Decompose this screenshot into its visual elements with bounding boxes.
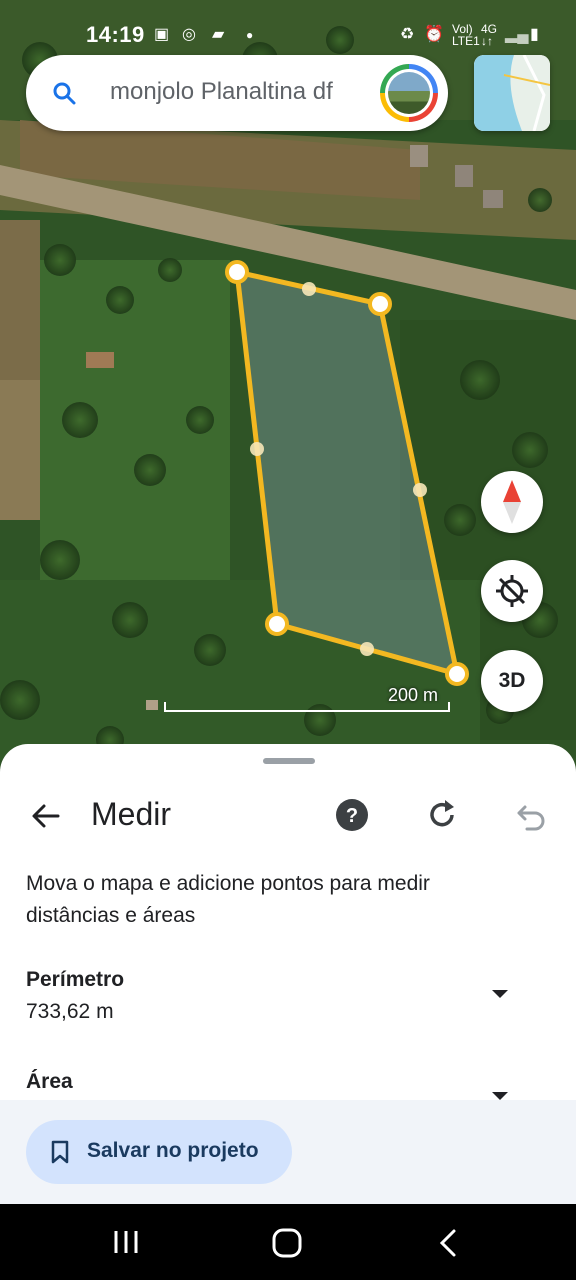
- refresh-icon[interactable]: [425, 798, 459, 832]
- svg-text:?: ?: [346, 805, 358, 827]
- nav-back-icon[interactable]: [438, 1228, 458, 1258]
- battery-icon: ▮: [530, 26, 539, 43]
- location-button[interactable]: [481, 560, 543, 622]
- area-expand-icon[interactable]: [492, 1092, 508, 1100]
- undo-icon[interactable]: [515, 798, 549, 832]
- layers-thumbnail[interactable]: [474, 55, 550, 131]
- instructions-text: Mova o mapa e adicione pontos para medir…: [26, 872, 430, 927]
- search-bar[interactable]: monjolo Planaltina df: [26, 55, 448, 131]
- alarm-icon: ⏰: [424, 26, 444, 43]
- compass-button[interactable]: [481, 471, 543, 533]
- gallery-icon: ▣: [154, 26, 170, 43]
- save-to-project-button[interactable]: Salvar no projeto: [26, 1120, 292, 1184]
- battery-saver-icon: ♻: [400, 26, 415, 43]
- area-label: Área: [26, 1070, 73, 1093]
- dot-icon: ●: [246, 28, 254, 42]
- measure-sheet: Medir ? Mova o mapa e adicione pontos pa…: [0, 744, 576, 1204]
- signal-icon: ▂▄: [505, 26, 529, 43]
- save-label: Salvar no projeto: [87, 1139, 259, 1162]
- bookmark-icon: [51, 1140, 69, 1164]
- compass-icon: [503, 480, 521, 524]
- status-time: 14:19: [86, 22, 145, 47]
- drag-handle[interactable]: [263, 758, 315, 764]
- network-type: 4G ↓↑: [481, 22, 498, 48]
- location-off-icon: [496, 575, 528, 607]
- message-icon: ▰: [212, 26, 225, 43]
- search-query: monjolo Planaltina df: [110, 78, 333, 105]
- back-arrow-icon[interactable]: [30, 800, 62, 832]
- volte-label: Vol) LTE1: [452, 22, 480, 48]
- scale-bar: 200 m: [164, 685, 450, 716]
- page-title: Medir: [91, 796, 172, 832]
- nav-home-icon[interactable]: [272, 1228, 302, 1258]
- perimeter-value: 733,62 m: [26, 1000, 114, 1023]
- system-nav-bar: [0, 1204, 576, 1280]
- whatsapp-icon: ◎: [182, 26, 196, 43]
- help-icon[interactable]: ?: [335, 798, 369, 832]
- search-icon: [53, 82, 76, 105]
- avatar[interactable]: [380, 64, 438, 122]
- perimeter-label: Perímetro: [26, 968, 125, 991]
- nav-recents-icon[interactable]: [112, 1228, 140, 1256]
- perimeter-expand-icon[interactable]: [492, 990, 508, 998]
- 3d-button[interactable]: 3D: [481, 650, 543, 712]
